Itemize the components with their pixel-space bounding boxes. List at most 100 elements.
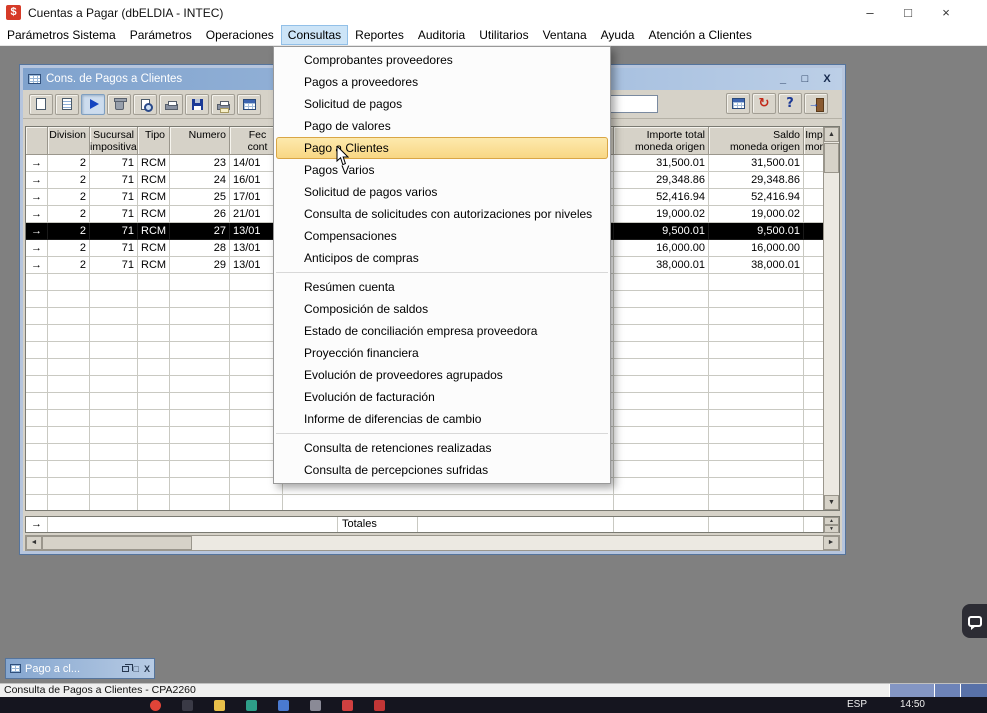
cell-numero[interactable]: 26 — [170, 206, 230, 223]
menubar-item-parametros[interactable]: Parámetros — [123, 25, 199, 45]
taskbar-app-icon[interactable] — [310, 700, 321, 711]
cell-sucursal[interactable]: 71 — [90, 155, 138, 172]
cell-numero[interactable]: 27 — [170, 223, 230, 240]
cell-saldo[interactable]: 38,000.01 — [709, 257, 804, 274]
cell-tipo[interactable]: RCM — [138, 223, 170, 240]
menu-item-consulta-retenciones[interactable]: Consulta de retenciones realizadas — [274, 437, 610, 459]
cell-division[interactable]: 2 — [48, 240, 90, 257]
menubar-item-utilitarios[interactable]: Utilitarios — [472, 25, 535, 45]
restore-button[interactable] — [122, 666, 129, 672]
menubar-item-auditoria[interactable]: Auditoria — [411, 25, 472, 45]
cell-saldo[interactable]: 16,000.00 — [709, 240, 804, 257]
cell-numero[interactable]: 24 — [170, 172, 230, 189]
cell-importe[interactable]: 16,000.00 — [614, 240, 709, 257]
print-setup-button[interactable] — [211, 94, 235, 115]
menu-item-consulta-percepciones[interactable]: Consulta de percepciones sufridas — [274, 459, 610, 481]
cell-numero[interactable]: 23 — [170, 155, 230, 172]
help-button[interactable]: ? — [778, 93, 802, 114]
taskbar-app-icon[interactable] — [246, 700, 257, 711]
menu-item-evolucion-facturacion[interactable]: Evolución de facturación — [274, 386, 610, 408]
grid-header-importe[interactable]: Importe total moneda origen — [614, 127, 709, 155]
menubar-item-ayuda[interactable]: Ayuda — [594, 25, 642, 45]
save-button[interactable] — [185, 94, 209, 115]
cell-importe[interactable]: 38,000.01 — [614, 257, 709, 274]
taskbar-app-icon[interactable] — [182, 700, 193, 711]
menu-item-evolucion-proveedores[interactable]: Evolución de proveedores agrupados — [274, 364, 610, 386]
taskbar-app-icon[interactable] — [342, 700, 353, 711]
cell-saldo[interactable]: 31,500.01 — [709, 155, 804, 172]
cell-sucursal[interactable]: 71 — [90, 189, 138, 206]
cell-sucursal[interactable]: 71 — [90, 240, 138, 257]
cell-saldo[interactable]: 29,348.86 — [709, 172, 804, 189]
minimized-window-pago-a-clientes[interactable]: Pago a cl... □ X — [5, 658, 155, 679]
scroll-left-button[interactable]: ◄ — [26, 536, 42, 550]
menubar-item-atencion-a-clientes[interactable]: Atención a Clientes — [641, 25, 758, 45]
menu-item-pago-a-clientes[interactable]: Pago a Clientes — [276, 137, 608, 159]
grid-header-imp[interactable]: Imp mor — [804, 127, 825, 155]
close-button[interactable]: X — [144, 662, 150, 676]
child-maximize-button[interactable]: □ — [795, 70, 815, 88]
cell-saldo[interactable]: 19,000.02 — [709, 206, 804, 223]
horizontal-scroll-track[interactable] — [42, 536, 823, 550]
preview-button[interactable] — [133, 94, 157, 115]
vertical-scrollbar[interactable]: ▲ ▼ — [823, 127, 839, 510]
taskbar-app-icon[interactable] — [214, 700, 225, 711]
horizontal-scroll-thumb[interactable] — [42, 536, 192, 550]
cell-importe[interactable]: 31,500.01 — [614, 155, 709, 172]
menu-item-pago-de-valores[interactable]: Pago de valores — [274, 115, 610, 137]
cell-division[interactable]: 2 — [48, 257, 90, 274]
cell-tipo[interactable]: RCM — [138, 257, 170, 274]
floating-chat-widget[interactable] — [962, 604, 987, 638]
menubar-item-reportes[interactable]: Reportes — [348, 25, 411, 45]
cell-sucursal[interactable]: 71 — [90, 257, 138, 274]
menu-item-solicitud-de-pagos[interactable]: Solicitud de pagos — [274, 93, 610, 115]
menu-item-informe-diferencias-cambio[interactable]: Informe de diferencias de cambio — [274, 408, 610, 430]
maximize-button[interactable]: □ — [889, 0, 927, 25]
menu-item-pagos-a-proveedores[interactable]: Pagos a proveedores — [274, 71, 610, 93]
menu-item-anticipos-de-compras[interactable]: Anticipos de compras — [274, 247, 610, 269]
taskbar-language-indicator[interactable]: ESP — [847, 699, 867, 710]
grid-header-sucursal[interactable]: Sucursal impositiva — [90, 127, 138, 155]
scroll-down-button[interactable]: ▼ — [824, 495, 839, 510]
menu-item-comprobantes-proveedores[interactable]: Comprobantes proveedores — [274, 49, 610, 71]
scroll-up-button[interactable]: ▲ — [824, 127, 839, 142]
cell-division[interactable]: 2 — [48, 155, 90, 172]
cell-tipo[interactable]: RCM — [138, 155, 170, 172]
cell-division[interactable]: 2 — [48, 223, 90, 240]
vertical-scroll-thumb[interactable] — [824, 143, 839, 173]
taskbar-app-icon[interactable] — [150, 700, 161, 711]
cell-numero[interactable]: 29 — [170, 257, 230, 274]
menu-item-composicion-de-saldos[interactable]: Composición de saldos — [274, 298, 610, 320]
totals-spinner[interactable]: ▲ ▼ — [823, 517, 839, 532]
cell-division[interactable]: 2 — [48, 189, 90, 206]
taskbar-app-icon[interactable] — [278, 700, 289, 711]
maximize-button[interactable]: □ — [134, 662, 139, 676]
child-close-button[interactable]: X — [817, 70, 837, 88]
cell-importe[interactable]: 52,416.94 — [614, 189, 709, 206]
cell-tipo[interactable]: RCM — [138, 240, 170, 257]
cell-tipo[interactable]: RCM — [138, 206, 170, 223]
menu-item-resumen-cuenta[interactable]: Resúmen cuenta — [274, 276, 610, 298]
scroll-right-button[interactable]: ► — [823, 536, 839, 550]
new-record-button[interactable] — [29, 94, 53, 115]
cell-numero[interactable]: 28 — [170, 240, 230, 257]
menubar-item-operaciones[interactable]: Operaciones — [199, 25, 281, 45]
delete-record-button[interactable] — [107, 94, 131, 115]
child-minimize-button[interactable]: _ — [773, 70, 793, 88]
horizontal-scrollbar[interactable]: ◄ ► — [25, 535, 840, 551]
cell-tipo[interactable]: RCM — [138, 172, 170, 189]
menu-item-pagos-varios[interactable]: Pagos Varios — [274, 159, 610, 181]
cell-sucursal[interactable]: 71 — [90, 206, 138, 223]
menubar-item-ventana[interactable]: Ventana — [536, 25, 594, 45]
grid-header-numero[interactable]: Numero — [170, 127, 230, 155]
cell-numero[interactable]: 25 — [170, 189, 230, 206]
print-button[interactable] — [159, 94, 183, 115]
menu-item-proyeccion-financiera[interactable]: Proyección financiera — [274, 342, 610, 364]
grid-header-saldo[interactable]: Saldo moneda origen — [709, 127, 804, 155]
grid-header-tipo[interactable]: Tipo — [138, 127, 170, 155]
cell-sucursal[interactable]: 71 — [90, 172, 138, 189]
close-button[interactable]: × — [927, 0, 965, 25]
menubar-item-parametros-sistema[interactable]: Parámetros Sistema — [0, 25, 123, 45]
table-button[interactable] — [726, 93, 750, 114]
exit-button[interactable]: → — [804, 93, 828, 114]
